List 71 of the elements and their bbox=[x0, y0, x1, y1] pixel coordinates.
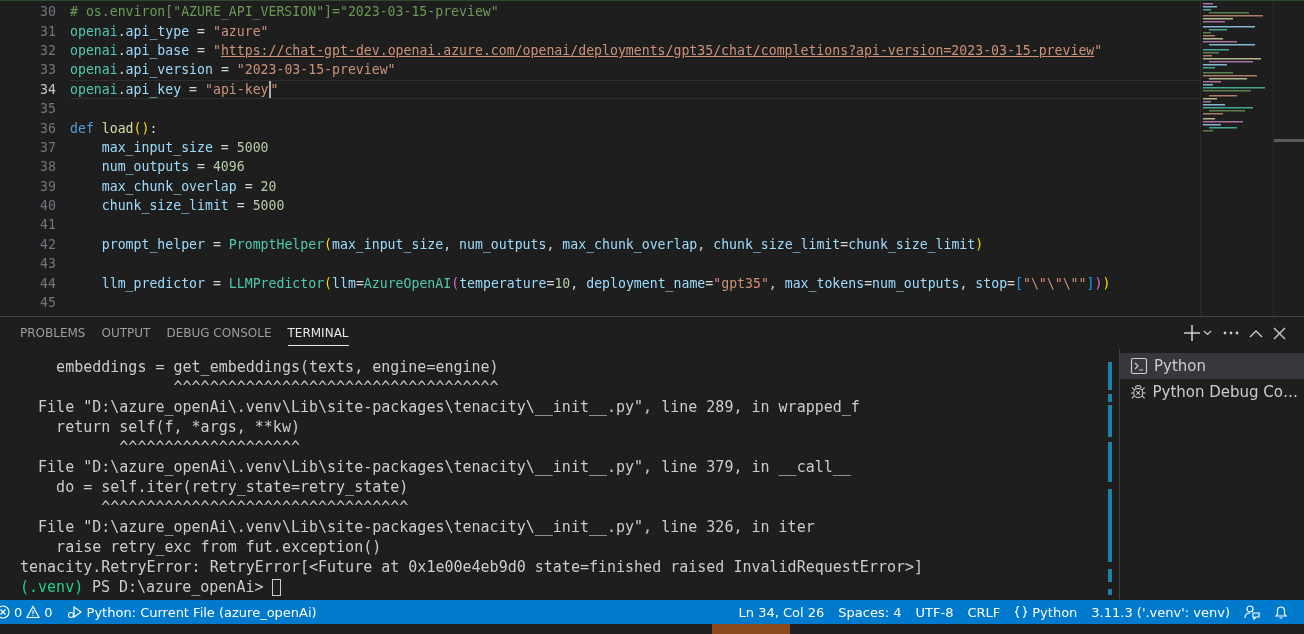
indentation-status[interactable]: Spaces: 4 bbox=[831, 600, 909, 624]
error-count: 0 bbox=[14, 604, 23, 620]
line-number: 40 bbox=[39, 198, 57, 214]
terminal-line: ^^^^^^^^^^^^^^^^^^^^^^^^^^^^^^^^^^^^ bbox=[172, 377, 500, 397]
new-terminal-icon[interactable] bbox=[1183, 324, 1213, 342]
line-number: 45 bbox=[39, 295, 57, 311]
terminal-line: tenacity.RetryError: RetryError[<Future at 0x1e00e4eb9d0 state=finished raised InvalidRequestError>] bbox=[20, 557, 925, 577]
panel-tab[interactable]: DEBUG CONSOLE bbox=[166, 320, 272, 346]
code-line: openai.api_base = "https://chat-gpt-dev.openai.azure.com/openai/deployments/gpt35/chat/completions?api-version=2023-03-15-preview" bbox=[70, 41, 1104, 61]
line-number: 43 bbox=[39, 256, 57, 272]
braces-icon bbox=[1014, 605, 1029, 619]
encoding-status[interactable]: UTF-8 bbox=[908, 600, 961, 624]
terminal-list-item[interactable]: Python Debug Co… bbox=[1120, 379, 1304, 405]
terminal-line: ^^^^^^^^^^^^^^^^^^^^^^^^^^^^^^^^^^ bbox=[100, 497, 410, 517]
line-number: 35 bbox=[39, 101, 57, 117]
feedback-icon bbox=[1244, 604, 1260, 620]
code-line: llm_predictor = LLMPredictor(llm=AzureOpenAI(temperature=10, deployment_name="gpt35", max_tokens=num_outputs, stop=["\"\"\""])) bbox=[100, 274, 1112, 293]
line-number: 36 bbox=[39, 120, 57, 136]
line-number: 34 bbox=[39, 81, 57, 97]
terminal-prompt: PS D:\azure_openAi> bbox=[91, 578, 264, 596]
panel-tab[interactable]: TERMINAL bbox=[287, 320, 349, 346]
terminal-line: raise retry_exc from fut.exception() bbox=[55, 537, 383, 557]
line-number: 38 bbox=[39, 159, 57, 175]
code-line: prompt_helper = PromptHelper(max_input_size, num_outputs, max_chunk_overlap, chunk_size_limit=chunk_size_limit) bbox=[100, 235, 985, 255]
line-number: 39 bbox=[39, 178, 57, 194]
chevron-up-icon[interactable] bbox=[1249, 328, 1263, 338]
terminal-line: embeddings = get_embeddings(texts, engine=engine) bbox=[55, 357, 500, 377]
bell-icon bbox=[1274, 604, 1288, 620]
warning-icon bbox=[26, 605, 41, 619]
warning-count: 0 bbox=[44, 604, 53, 620]
terminal-line: File "D:\azure_openAi\.venv\Lib\site-packages\tenacity\__init__.py", line 379, in __call__ bbox=[37, 457, 852, 477]
line-number: 37 bbox=[39, 139, 57, 155]
code-line: # os.environ["AZURE_API_VERSION"]="2023-03-15-preview" bbox=[70, 3, 500, 22]
code-line: chunk_size_limit = 5000 bbox=[100, 197, 286, 216]
line-number: 31 bbox=[39, 23, 57, 39]
code-line: max_chunk_overlap = 20 bbox=[100, 177, 278, 196]
terminal-cursor bbox=[272, 578, 282, 596]
code-line: num_outputs = 4096 bbox=[100, 158, 246, 177]
close-icon[interactable] bbox=[1273, 326, 1286, 340]
line-number: 41 bbox=[39, 217, 57, 233]
line-number: 30 bbox=[39, 4, 57, 20]
line-number: 32 bbox=[39, 42, 57, 58]
error-icon bbox=[0, 605, 10, 619]
bug-icon bbox=[1130, 383, 1147, 401]
panel-tab[interactable]: PROBLEMS bbox=[20, 320, 86, 346]
scrollbar-thumb[interactable] bbox=[1274, 139, 1304, 142]
terminal-line: ^^^^^^^^^^^^^^^^^^^^ bbox=[118, 437, 301, 457]
line-number: 33 bbox=[39, 62, 57, 78]
launch-config-status[interactable]: Python: Current File (azure_openAi) bbox=[59, 600, 324, 624]
terminal-line: return self(f, *args, **kw) bbox=[55, 417, 301, 437]
terminal-line: File "D:\azure_openAi\.venv\Lib\site-packages\tenacity\__init__.py", line 326, in iter bbox=[37, 517, 816, 537]
line-number: 44 bbox=[39, 275, 57, 291]
code-line: max_input_size = 5000 bbox=[100, 138, 270, 158]
panel-tab[interactable]: OUTPUT bbox=[101, 320, 151, 346]
language-mode-status[interactable]: Python bbox=[1007, 600, 1085, 624]
problems-status[interactable]: 0 0 bbox=[0, 600, 60, 624]
interpreter-status[interactable]: 3.11.3 ('.venv': venv) bbox=[1084, 600, 1237, 624]
terminal-line: File "D:\azure_openAi\.venv\Lib\site-packages\tenacity\__init__.py", line 289, in wrapped_f bbox=[37, 397, 861, 417]
run-debug-icon bbox=[66, 605, 83, 619]
terminal-env: (.venv) bbox=[20, 578, 84, 596]
terminal-line: do = self.iter(retry_state=retry_state) bbox=[55, 477, 410, 497]
line-number: 42 bbox=[39, 236, 57, 252]
code-line: openai.api_key = "api-key" bbox=[70, 79, 1200, 99]
more-icon[interactable] bbox=[1223, 331, 1239, 335]
cursor-position-status[interactable]: Ln 34, Col 26 bbox=[731, 600, 832, 624]
line-ending-status[interactable]: CRLF bbox=[960, 600, 1008, 624]
code-line: openai.api_type = "azure" bbox=[70, 22, 270, 41]
code-line: def load(): bbox=[70, 119, 159, 138]
code-line: openai.api_version = "2023-03-15-preview" bbox=[70, 61, 397, 80]
terminal-icon bbox=[1130, 357, 1148, 375]
terminal-list-item[interactable]: Python bbox=[1120, 353, 1304, 379]
